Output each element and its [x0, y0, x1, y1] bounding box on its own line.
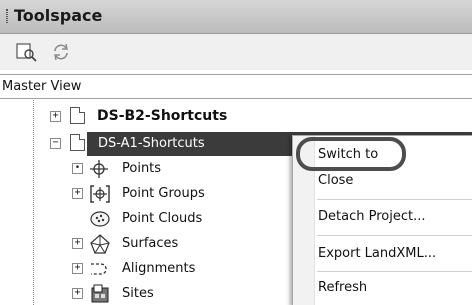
surfaces-icon [90, 234, 110, 254]
tree-node-points[interactable]: • Points [72, 158, 292, 180]
expand-toggle[interactable]: + [72, 263, 83, 274]
point-groups-icon [90, 185, 110, 203]
point-clouds-icon [90, 211, 110, 227]
panel-title: Toolspace [14, 6, 103, 25]
view-label: Master View [2, 79, 82, 94]
refresh-icon[interactable] [50, 42, 72, 62]
tree-node-point-clouds[interactable]: Point Clouds [72, 208, 292, 230]
sites-icon [91, 284, 109, 303]
tree-guide-line [33, 100, 34, 305]
tree-node-alignments[interactable]: + Alignments [72, 258, 292, 280]
tree-node-label: Sites [122, 286, 154, 301]
menu-separator [317, 271, 472, 272]
expand-toggle[interactable]: + [72, 238, 83, 249]
shortcut-folder-icon [70, 107, 85, 124]
grip-handle[interactable] [6, 9, 8, 23]
highlight-oval [296, 137, 406, 171]
menu-separator [317, 199, 472, 200]
tree-node-ds-a1-shortcuts[interactable]: − DS-A1-Shortcuts [50, 133, 310, 155]
tree-node-label: DS-B2-Shortcuts [97, 108, 228, 124]
expand-toggle[interactable]: + [50, 111, 61, 122]
menu-item-refresh[interactable]: Refresh [318, 280, 367, 295]
view-selector[interactable]: Master View [0, 74, 472, 99]
expand-toggle[interactable]: + [72, 188, 83, 199]
menu-separator [317, 235, 472, 236]
tree-node-ds-b2-shortcuts[interactable]: + DS-B2-Shortcuts [50, 106, 310, 128]
expand-toggle[interactable]: + [72, 288, 83, 299]
collapse-toggle[interactable]: − [50, 138, 61, 149]
alignments-icon [91, 263, 107, 275]
search-drawing-icon[interactable] [16, 42, 38, 62]
bullet-toggle: • [72, 163, 83, 174]
menu-item-detach-project[interactable]: Detach Project... [318, 209, 425, 224]
tree-node-label: Surfaces [122, 236, 179, 251]
shortcut-folder-icon [70, 134, 85, 151]
tree-node-point-groups[interactable]: + Point Groups [72, 183, 292, 205]
tree-node-label: Points [122, 161, 162, 176]
toolspace-titlebar[interactable]: Toolspace [0, 0, 472, 34]
tree-node-label: Alignments [122, 261, 196, 276]
toolbar [0, 34, 472, 70]
tree-node-sites[interactable]: + Sites [72, 283, 292, 305]
tree-node-surfaces[interactable]: + Surfaces [72, 233, 292, 255]
menu-item-close[interactable]: Close [318, 173, 353, 188]
points-icon [90, 160, 108, 178]
tree-node-label: DS-A1-Shortcuts [98, 136, 205, 151]
tree-node-label: Point Clouds [122, 211, 203, 226]
tree-node-label: Point Groups [122, 186, 205, 201]
menu-item-export-landxml[interactable]: Export LandXML... [318, 246, 436, 261]
